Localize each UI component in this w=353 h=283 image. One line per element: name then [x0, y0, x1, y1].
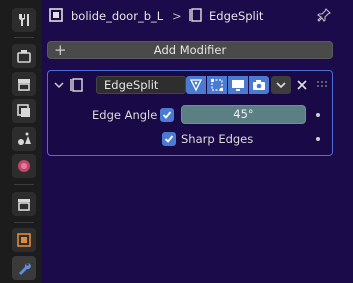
properties-tab-strip [0, 0, 42, 283]
modifier-name-field[interactable]: EdgeSplit [96, 76, 186, 94]
modifier-options-dropdown[interactable] [271, 76, 291, 94]
edit-mode-toggle[interactable] [207, 76, 227, 94]
keyframe-dot[interactable] [316, 113, 320, 117]
object-name: bolide_door_b_L [71, 9, 164, 23]
add-modifier-label: Add Modifier [153, 43, 227, 57]
render-toggle[interactable] [249, 76, 269, 94]
collapse-chevron-icon[interactable] [54, 80, 64, 90]
collection-tab[interactable] [12, 192, 36, 216]
modifier-breadcrumb-name: EdgeSplit [209, 9, 264, 23]
edge-angle-checkbox[interactable] [160, 108, 174, 122]
tab-divider [14, 222, 34, 223]
close-icon[interactable] [296, 79, 308, 91]
checkmark-icon [162, 111, 172, 119]
scene-icon [18, 132, 31, 145]
modifier-wrench-icon [19, 263, 31, 275]
monitor-icon [232, 80, 244, 91]
breadcrumb-chevron: > [172, 9, 182, 23]
render-icon [17, 50, 31, 63]
properties-main: bolide_door_b_L > EdgeSplit + Add Modifi… [42, 0, 353, 283]
keyframe-dot[interactable] [316, 137, 320, 141]
vertex-triangle-icon [189, 79, 203, 92]
render-tab[interactable] [12, 44, 36, 68]
view-layer-tab[interactable] [12, 99, 36, 123]
output-icon [18, 79, 30, 91]
modifier-tab[interactable] [12, 256, 36, 280]
object-icon [17, 233, 31, 247]
tool-tab[interactable] [12, 8, 36, 32]
viewport-toggle[interactable] [228, 76, 248, 94]
edge-angle-label: Edge Angle [92, 108, 158, 122]
object-mesh-icon [49, 8, 63, 22]
object-tab[interactable] [12, 228, 36, 252]
edgesplit-modifier-panel: EdgeSplit Edge Angle 45° Sharp Edges [47, 70, 333, 156]
add-modifier-button[interactable]: + Add Modifier [47, 41, 333, 59]
view-layer-icon [17, 104, 30, 117]
tab-divider [14, 184, 34, 185]
world-tab[interactable] [12, 154, 36, 178]
collection-icon [18, 199, 30, 211]
edge-angle-value-field[interactable]: 45° [181, 105, 306, 124]
output-tab[interactable] [12, 72, 36, 96]
drag-handle-icon[interactable] [316, 80, 328, 90]
plus-icon: + [54, 41, 67, 59]
on-cage-toggle[interactable] [186, 76, 206, 94]
camera-icon [253, 80, 265, 90]
properties-header: bolide_door_b_L > EdgeSplit [42, 0, 353, 32]
tool-icon [19, 14, 29, 26]
pin-icon[interactable] [317, 8, 331, 22]
tab-divider [14, 37, 34, 38]
sharp-edges-checkbox[interactable] [162, 132, 176, 146]
sharp-edges-label: Sharp Edges [181, 132, 254, 146]
modifier-type-icon [70, 78, 83, 92]
modifier-square-icon [189, 8, 202, 22]
chevron-down-icon [276, 82, 286, 89]
edit-mode-icon [211, 79, 223, 91]
checkmark-icon [164, 135, 174, 143]
world-icon [18, 160, 30, 172]
scene-tab[interactable] [12, 127, 36, 151]
